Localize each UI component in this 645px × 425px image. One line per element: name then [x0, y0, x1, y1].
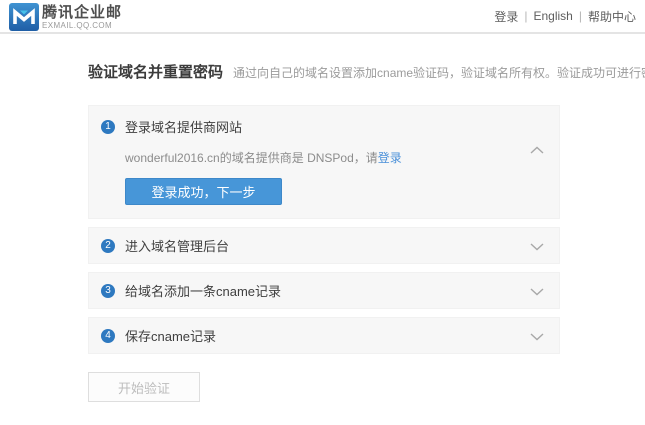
chevron-down-icon[interactable]	[530, 333, 544, 341]
exmail-logo: 腾讯企业邮 EXMAIL.QQ.COM	[9, 2, 122, 31]
step-2-number-badge: 2	[101, 239, 115, 253]
step-4-title: 保存cname记录	[125, 326, 216, 345]
english-link[interactable]: English	[534, 9, 573, 23]
link-separator: |	[579, 9, 582, 23]
page-title: 验证域名并重置密码	[88, 61, 223, 82]
chevron-down-icon[interactable]	[530, 288, 544, 296]
step-2-title: 进入域名管理后台	[125, 236, 229, 255]
logo-text: 腾讯企业邮 EXMAIL.QQ.COM	[42, 5, 122, 30]
step-1-description-text: wonderful2016.cn的域名提供商是 DNSPod，请	[125, 151, 378, 165]
login-success-next-button[interactable]: 登录成功，下一步	[125, 178, 282, 205]
login-link[interactable]: 登录	[494, 8, 518, 25]
step-3-number-badge: 3	[101, 284, 115, 298]
link-separator: |	[524, 9, 527, 23]
step-panel-3[interactable]: 3 给域名添加一条cname记录	[88, 272, 560, 309]
help-center-link[interactable]: 帮助中心	[588, 8, 636, 25]
step-panel-4[interactable]: 4 保存cname记录	[88, 317, 560, 354]
step-1-header[interactable]: 1 登录域名提供商网站	[101, 117, 547, 136]
chevron-up-icon[interactable]	[530, 146, 544, 154]
step-panel-1: 1 登录域名提供商网站 wonderful2016.cn的域名提供商是 DNSP…	[88, 105, 560, 219]
step-1-description: wonderful2016.cn的域名提供商是 DNSPod，请登录	[125, 149, 547, 166]
top-header: 腾讯企业邮 EXMAIL.QQ.COM 登录 | English | 帮助中心	[0, 0, 645, 34]
start-verify-button[interactable]: 开始验证	[88, 372, 200, 402]
page-subtitle: 通过向自己的域名设置添加cname验证码，验证域名所有权。验证成功可进行密码设置	[233, 64, 645, 81]
step-3-title: 给域名添加一条cname记录	[125, 281, 281, 300]
main-content: 验证域名并重置密码 通过向自己的域名设置添加cname验证码，验证域名所有权。验…	[0, 34, 645, 402]
step-4-number-badge: 4	[101, 329, 115, 343]
step-panel-2[interactable]: 2 进入域名管理后台	[88, 227, 560, 264]
exmail-logo-icon	[9, 3, 39, 31]
provider-login-link[interactable]: 登录	[378, 151, 402, 165]
chevron-down-icon[interactable]	[530, 243, 544, 251]
title-row: 验证域名并重置密码 通过向自己的域名设置添加cname验证码，验证域名所有权。验…	[88, 61, 560, 82]
step-1-number-badge: 1	[101, 120, 115, 134]
header-links: 登录 | English | 帮助中心	[494, 8, 636, 25]
steps-accordion: 1 登录域名提供商网站 wonderful2016.cn的域名提供商是 DNSP…	[88, 105, 560, 354]
logo-subtitle: EXMAIL.QQ.COM	[42, 22, 122, 30]
logo-title: 腾讯企业邮	[42, 5, 122, 20]
step-1-title: 登录域名提供商网站	[125, 117, 242, 136]
